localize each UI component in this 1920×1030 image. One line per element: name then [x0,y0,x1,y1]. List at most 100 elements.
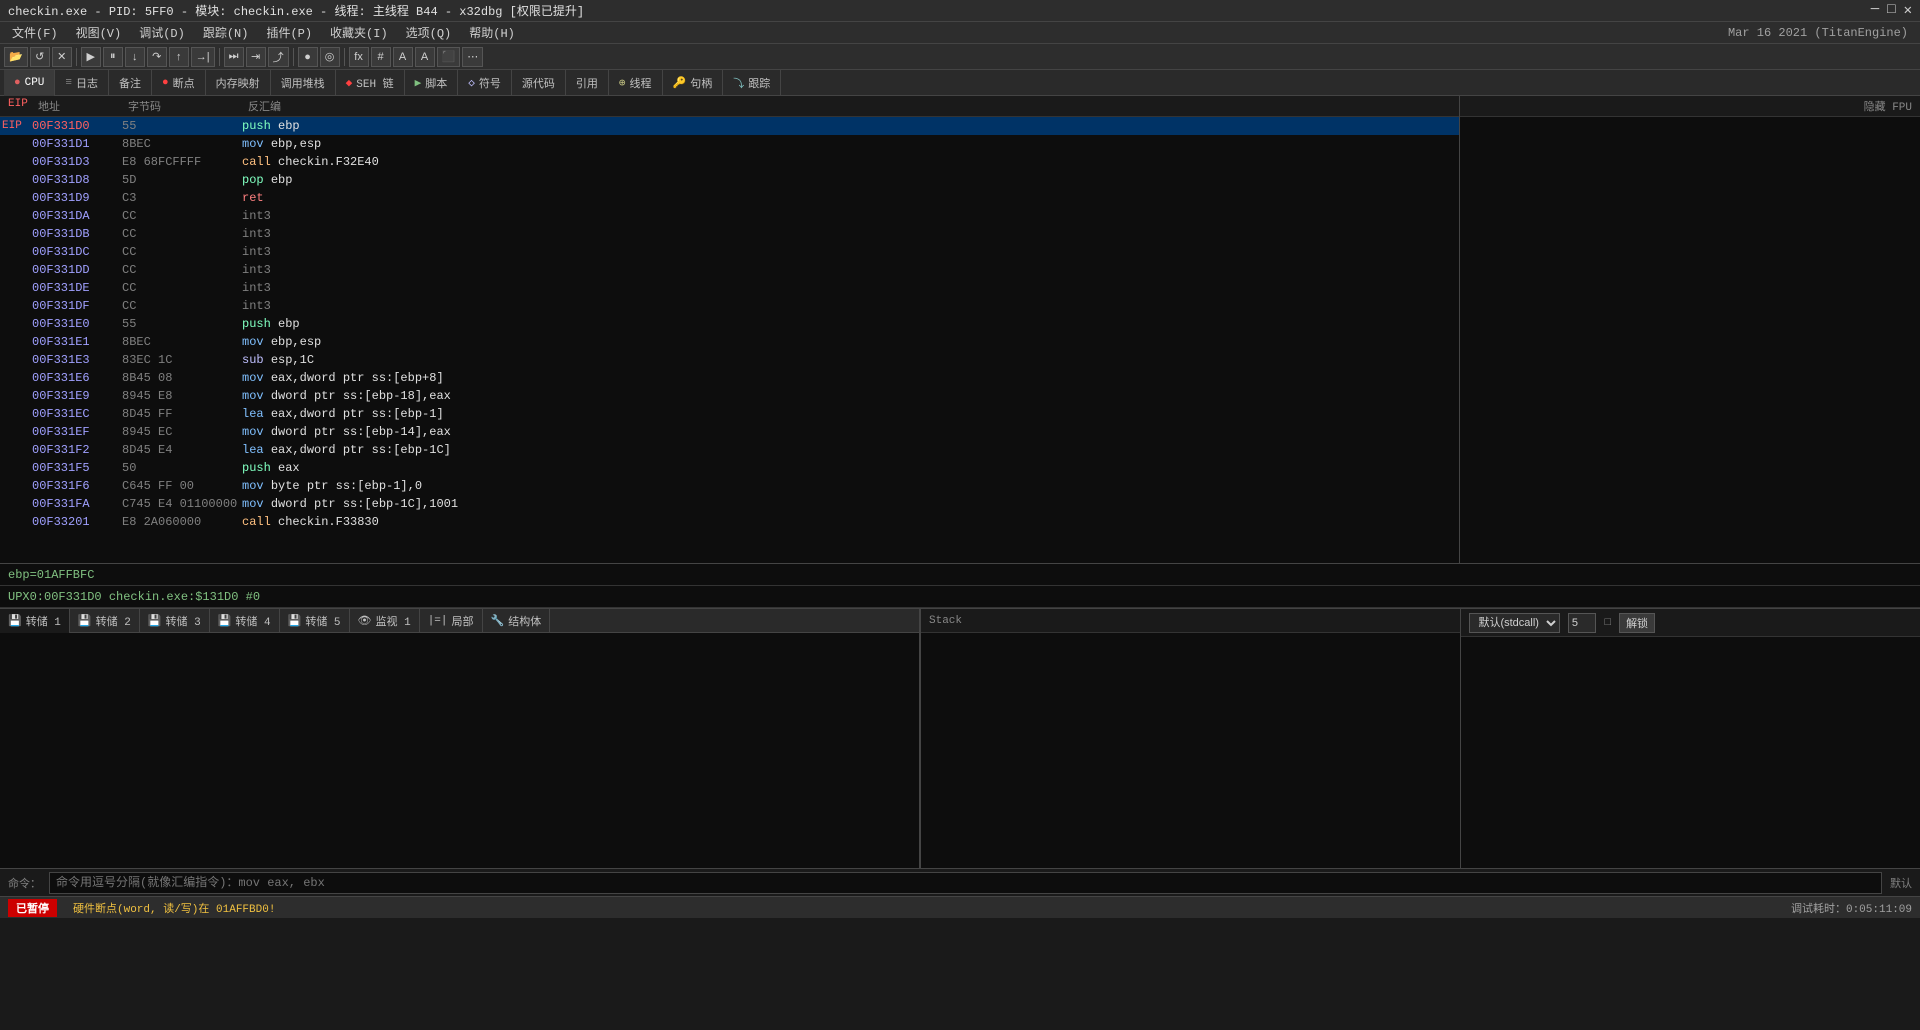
toolbar-trout[interactable]: ⤴ [268,47,289,67]
tab-memmap[interactable]: 内存映射 [206,70,271,96]
disasm-bytes: CC [122,299,242,313]
tab-trace[interactable]: ⤵ 跟踪 [723,70,781,96]
toolbar-close[interactable]: ✕ [52,47,72,67]
tab-thread[interactable]: ⊕ 线程 [609,70,663,96]
disasm-row[interactable]: 00F331E383EC 1Csub esp,1C [0,351,1459,369]
disasm-row[interactable]: 00F331D18BECmov ebp,esp [0,135,1459,153]
disasm-bytes: 8BEC [122,335,242,349]
tab-src[interactable]: 源代码 [512,70,566,96]
disasm-row[interactable]: 00F331E055push ebp [0,315,1459,333]
tab-bp-icon: ● [162,77,169,89]
toolbar-hwbp[interactable]: ◎ [320,47,340,67]
callstack-content[interactable] [1461,637,1920,868]
dump-tab-4[interactable]: 💾 转储 4 [210,609,280,633]
menu-debug[interactable]: 调试(D) [131,22,193,43]
toolbar-pause[interactable]: ⏸ [103,47,123,67]
disasm-row[interactable]: 00F331EC8D45 FFlea eax,dword ptr ss:[ebp… [0,405,1459,423]
toolbar-ea[interactable]: fx [349,47,369,67]
minimize-button[interactable]: ─ [1871,2,1879,19]
stack-content[interactable] [921,633,1460,868]
callstack-type-select[interactable]: 默认(stdcall) [1469,613,1560,633]
tab-seh[interactable]: ◆ SEH 链 [336,70,405,96]
disasm-row[interactable]: EIP00F331D055push ebp [0,117,1459,135]
toolbar-mem[interactable]: ⬛ [437,47,461,67]
disasm-row[interactable]: 00F331E68B45 08mov eax,dword ptr ss:[ebp… [0,369,1459,387]
disasm-row[interactable]: 00F331DBCCint3 [0,225,1459,243]
titlebar: checkin.exe - PID: 5FF0 - 模块: checkin.ex… [0,0,1920,22]
close-button[interactable]: ✕ [1904,2,1912,19]
disasm-instr: sub esp,1C [242,353,314,367]
toolbar-runtocursor[interactable]: →| [191,47,215,67]
menu-plugin[interactable]: 插件(P) [258,22,320,43]
menu-view[interactable]: 视图(V) [68,22,130,43]
toolbar-stepout[interactable]: ↑ [169,47,189,67]
callstack-checkbox[interactable]: □ [1604,617,1611,629]
menu-trace[interactable]: 跟踪(N) [195,22,257,43]
menu-help[interactable]: 帮助(H) [461,22,523,43]
disasm-row[interactable]: 00F331EF8945 ECmov dword ptr ss:[ebp-14]… [0,423,1459,441]
toolbar-stepinto[interactable]: ↓ [125,47,145,67]
disasm-header: EIP 地址 字节码 反汇编 [0,96,1459,117]
menu-fav[interactable]: 收藏夹(I) [322,22,396,43]
toolbar-run[interactable]: ▶ [81,47,101,67]
dump-section: 💾 转储 1 💾 转储 2 💾 转储 3 💾 转储 4 💾 转储 [0,609,920,868]
disasm-row[interactable]: 00F331E18BECmov ebp,esp [0,333,1459,351]
dump-tab-5[interactable]: 💾 转储 5 [280,609,350,633]
dump-tab-2[interactable]: 💾 转储 2 [70,609,140,633]
toolbar-animate[interactable]: ⏭ [224,47,244,67]
toolbar-restart[interactable]: ↺ [30,47,50,67]
disasm-instr: mov eax,dword ptr ss:[ebp+8] [242,371,444,385]
tab-bp[interactable]: ● 断点 [152,70,206,96]
disasm-row[interactable]: 00F331FAC745 E4 01100000mov dword ptr ss… [0,495,1459,513]
tab-callstack[interactable]: 调用堆栈 [271,70,336,96]
toolbar-open[interactable]: 📂 [4,47,28,67]
disasm-row[interactable]: 00F331E98945 E8mov dword ptr ss:[ebp-18]… [0,387,1459,405]
disasm-row[interactable]: 00F331F6C645 FF 00mov byte ptr ss:[ebp-1… [0,477,1459,495]
dump-tab-local[interactable]: |=| 局部 [420,609,483,633]
disasm-row[interactable]: 00F331F550push eax [0,459,1459,477]
dump-tab-2-icon: 💾 [78,614,92,628]
menu-options[interactable]: 选项(Q) [398,22,460,43]
disasm-row[interactable]: 00F331DACCint3 [0,207,1459,225]
disasm-row[interactable]: 00F331D85Dpop ebp [0,171,1459,189]
hex-content[interactable] [0,633,919,868]
disasm-row[interactable]: 00F331DECCint3 [0,279,1459,297]
menu-file[interactable]: 文件(F) [4,22,66,43]
tab-handle[interactable]: 🔑 句柄 [663,70,724,96]
command-input[interactable] [49,872,1882,894]
callstack-depth-input[interactable] [1568,613,1596,633]
disasm-row[interactable]: 00F331D3E8 68FCFFFFcall checkin.F32E40 [0,153,1459,171]
disasm-row[interactable]: 00F331F28D45 E4lea eax,dword ptr ss:[ebp… [0,441,1459,459]
dump-tab-struct[interactable]: 🔧 结构体 [483,609,551,633]
info-upx: UPX0:00F331D0 checkin.exe:$131D0 #0 [8,590,260,604]
toolbar-hash[interactable]: # [371,47,391,67]
disasm-row[interactable]: 00F331DDCCint3 [0,261,1459,279]
disasm-row[interactable]: 00F331DCCCint3 [0,243,1459,261]
toolbar-bp[interactable]: ● [298,47,318,67]
tab-notes[interactable]: 备注 [109,70,152,96]
tab-log[interactable]: ≡ 日志 [55,70,109,96]
disasm-row[interactable]: 00F331DFCCint3 [0,297,1459,315]
toolbar-search[interactable]: A [393,47,413,67]
hide-fpu-button[interactable]: 隐藏 FPU [1864,102,1912,114]
dump-tab-watch[interactable]: 👁 监视 1 [350,609,420,633]
toolbar-stepover[interactable]: ↷ [147,47,167,67]
disasm-instr: int3 [242,245,271,259]
disasm-row[interactable]: 00F331D9C3ret [0,189,1459,207]
maximize-button[interactable]: □ [1887,2,1895,19]
tab-cpu[interactable]: ● CPU [4,70,55,96]
tab-sym[interactable]: ◇ 符号 [458,70,512,96]
dump-tab-watch-icon: 👁 [358,614,372,628]
tab-script[interactable]: ▶ 脚本 [405,70,459,96]
disasm-addr: 00F331E0 [32,317,122,331]
right-bottom-area: Stack 默认(stdcall) □ 解锁 [920,609,1920,868]
callstack-unlock-button[interactable]: 解锁 [1619,613,1655,633]
toolbar-trin[interactable]: ⇥ [246,47,266,67]
dump-tab-3[interactable]: 💾 转储 3 [140,609,210,633]
disasm-row[interactable]: 00F33201E8 2A060000call checkin.F33830 [0,513,1459,531]
disasm-content[interactable]: EIP00F331D055push ebp00F331D18BECmov ebp… [0,117,1459,563]
toolbar-more[interactable]: ⋯ [462,47,483,67]
toolbar-search2[interactable]: A [415,47,435,67]
tab-ref[interactable]: 引用 [566,70,609,96]
dump-tab-1[interactable]: 💾 转储 1 [0,609,70,633]
